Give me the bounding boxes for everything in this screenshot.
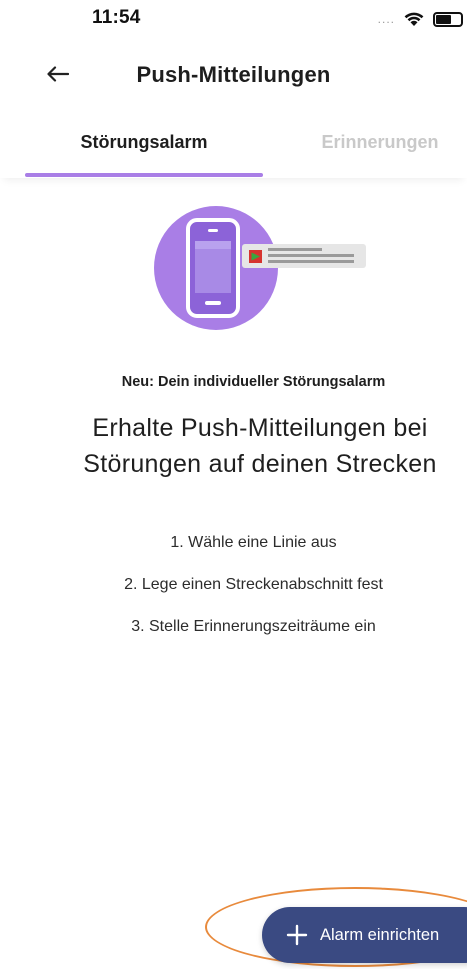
status-bar: 11:54 ....: [0, 0, 467, 40]
headline-line-1: Erhalte Push-Mitteilungen bei: [92, 414, 428, 442]
phone-notification-icon: [154, 206, 366, 330]
tab-erinnerungen[interactable]: Erinnerungen: [263, 118, 467, 178]
screen: 11:54 .... Push-Mitteilungen Störungsala…: [0, 0, 467, 969]
status-icons: ....: [378, 11, 463, 27]
tab-stoerungsalarm[interactable]: Störungsalarm: [25, 118, 263, 178]
active-tab-indicator: [25, 173, 263, 177]
add-alarm-label: Alarm einrichten: [320, 925, 440, 944]
battery-icon: [433, 11, 463, 27]
headline: Erhalte Push-Mitteilungen bei Störungen …: [40, 410, 467, 482]
signal-icon: ....: [377, 12, 395, 26]
add-alarm-button[interactable]: Alarm einrichten: [262, 907, 467, 963]
new-feature-label: Neu: Dein individueller Störungsalarm: [121, 374, 386, 390]
steps-list: 1. Wähle eine Linie aus 2. Lege einen St…: [0, 533, 467, 659]
step-item: 2. Lege einen Streckenabschnitt fest: [124, 576, 383, 593]
page-title: Push-Mitteilungen: [136, 62, 331, 87]
wifi-icon: [404, 12, 424, 26]
headline-line-2: Störungen auf deinen Strecken: [83, 450, 437, 478]
step-item: 1. Wähle eine Linie aus: [170, 534, 337, 551]
step-item: 3. Stelle Erinnerungszeiträume ein: [131, 618, 376, 635]
status-time: 11:54: [92, 7, 141, 28]
header: Push-Mitteilungen: [0, 50, 467, 100]
tab-bar: Störungsalarm Erinnerungen: [0, 118, 467, 178]
plus-icon: [286, 924, 308, 946]
